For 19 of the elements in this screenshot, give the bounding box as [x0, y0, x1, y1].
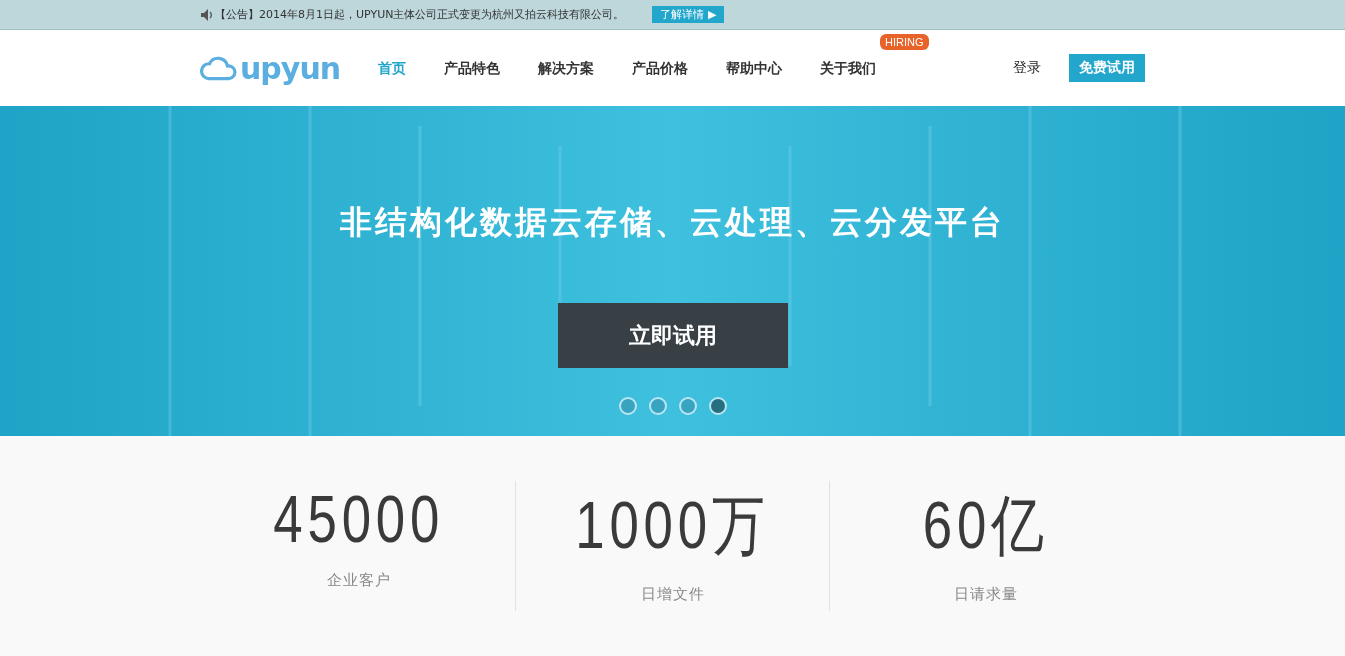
login-link[interactable]: 登录 — [1013, 59, 1041, 77]
stat-label: 企业客户 — [326, 571, 391, 590]
nav-link[interactable]: 产品价格 — [632, 60, 688, 76]
announcement-text: 【公告】2014年8月1日起，UPYUN主体公司正式变更为杭州又拍云科技有限公司。 — [215, 7, 625, 22]
stat-label: 日请求量 — [954, 585, 1019, 604]
nav-link[interactable]: 关于我们 — [820, 60, 876, 76]
stat-value: 45000 — [273, 481, 445, 557]
stat-label: 日增文件 — [640, 585, 705, 604]
hero-title: 非结构化数据云存储、云处理、云分发平台 — [340, 202, 1005, 243]
try-now-button[interactable]: 立即试用 — [557, 303, 788, 368]
logo-text: upyun — [240, 50, 341, 86]
stat-value: 1000万 — [575, 487, 770, 564]
speaker-icon — [200, 7, 213, 22]
nav-link[interactable]: 产品特色 — [444, 60, 500, 76]
stat-value: 60亿 — [923, 487, 1050, 564]
hiring-badge: HIRING — [880, 34, 929, 50]
nav-link[interactable]: 帮助中心 — [726, 60, 782, 76]
cloud-icon — [200, 55, 238, 81]
nav-link[interactable]: 解决方案 — [538, 60, 594, 76]
